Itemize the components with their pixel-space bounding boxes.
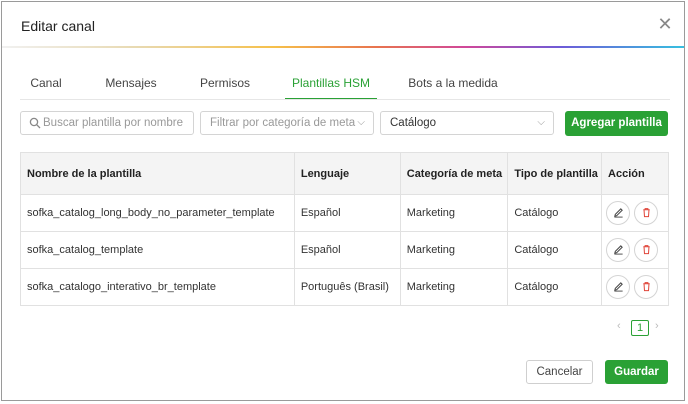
tab-bar: Canal Mensajes Permisos Plantillas HSM B… bbox=[20, 68, 670, 100]
pencil-icon bbox=[613, 245, 623, 255]
chevron-down-icon: ⌵ bbox=[357, 117, 365, 128]
template-name: sofka_catalogo_interativo_br_template bbox=[20, 268, 295, 306]
edit-button[interactable] bbox=[606, 201, 631, 225]
table-header-row: Nombre de la plantilla Lenguaje Categorí… bbox=[20, 152, 669, 195]
page-1-button[interactable]: 1 bbox=[631, 320, 649, 336]
trash-icon bbox=[642, 208, 650, 218]
delete-button[interactable] bbox=[634, 201, 659, 225]
template-language: Español bbox=[294, 194, 401, 232]
tabs-underline bbox=[20, 99, 670, 100]
column-header-meta-category: Categoría de meta bbox=[400, 152, 509, 195]
cancel-button[interactable]: Cancelar bbox=[526, 360, 593, 384]
header-divider bbox=[2, 46, 684, 48]
column-header-language: Lenguaje bbox=[294, 152, 401, 195]
search-icon bbox=[29, 117, 41, 129]
trash-icon bbox=[642, 245, 650, 255]
prev-page-button[interactable]: ‹ bbox=[617, 320, 621, 332]
template-meta-category: Marketing bbox=[400, 194, 509, 232]
template-name: sofka_catalog_template bbox=[20, 231, 295, 269]
column-header-action: Acción bbox=[601, 152, 669, 195]
column-header-name: Nombre de la plantilla bbox=[20, 152, 295, 195]
close-icon[interactable]: ✕ bbox=[657, 15, 673, 33]
row-actions bbox=[601, 231, 669, 269]
pencil-icon bbox=[613, 208, 623, 218]
template-language: Español bbox=[294, 231, 401, 269]
type-filter-value: Catálogo bbox=[390, 117, 437, 129]
template-type: Catálogo bbox=[507, 231, 603, 269]
edit-channel-dialog: Editar canal ✕ Canal Mensajes Permisos P… bbox=[1, 1, 685, 401]
template-meta-category: Marketing bbox=[400, 268, 509, 306]
delete-button[interactable] bbox=[634, 238, 659, 262]
trash-icon bbox=[642, 282, 650, 292]
row-actions bbox=[601, 268, 669, 306]
dialog-title: Editar canal bbox=[21, 18, 95, 34]
chevron-down-icon: ⌵ bbox=[537, 117, 545, 128]
template-language: Português (Brasil) bbox=[294, 268, 401, 306]
meta-category-filter[interactable]: Filtrar por categoría de meta ⌵ bbox=[200, 111, 374, 135]
table-row: sofka_catalog_template Español Marketing… bbox=[20, 231, 669, 269]
add-template-button[interactable]: Agregar plantilla bbox=[565, 111, 668, 136]
template-meta-category: Marketing bbox=[400, 231, 509, 269]
template-name: sofka_catalog_long_body_no_parameter_tem… bbox=[20, 194, 295, 232]
tab-mensajes[interactable]: Mensajes bbox=[95, 68, 167, 100]
tab-plantillas-hsm[interactable]: Plantillas HSM bbox=[285, 68, 377, 100]
save-button[interactable]: Guardar bbox=[605, 360, 668, 384]
template-type: Catálogo bbox=[507, 194, 603, 232]
tab-bots-a-la-medida[interactable]: Bots a la medida bbox=[402, 68, 504, 100]
table-row: sofka_catalogo_interativo_br_template Po… bbox=[20, 268, 669, 306]
delete-button[interactable] bbox=[634, 275, 659, 299]
tab-permisos[interactable]: Permisos bbox=[190, 68, 260, 100]
row-actions bbox=[601, 194, 669, 232]
search-input[interactable]: Buscar plantilla por nombre bbox=[20, 111, 194, 135]
edit-button[interactable] bbox=[606, 238, 631, 262]
edit-button[interactable] bbox=[606, 275, 631, 299]
next-page-button[interactable]: › bbox=[655, 320, 659, 332]
template-type-filter[interactable]: Catálogo ⌵ bbox=[380, 111, 554, 135]
search-placeholder: Buscar plantilla por nombre bbox=[43, 117, 183, 129]
table-row: sofka_catalog_long_body_no_parameter_tem… bbox=[20, 194, 669, 232]
tab-canal[interactable]: Canal bbox=[20, 68, 72, 100]
templates-table: Nombre de la plantilla Lenguaje Categorí… bbox=[20, 152, 669, 306]
column-header-template-type: Tipo de plantilla bbox=[507, 152, 603, 195]
template-type: Catálogo bbox=[507, 268, 603, 306]
meta-filter-placeholder: Filtrar por categoría de meta bbox=[210, 117, 356, 129]
pencil-icon bbox=[613, 282, 623, 292]
